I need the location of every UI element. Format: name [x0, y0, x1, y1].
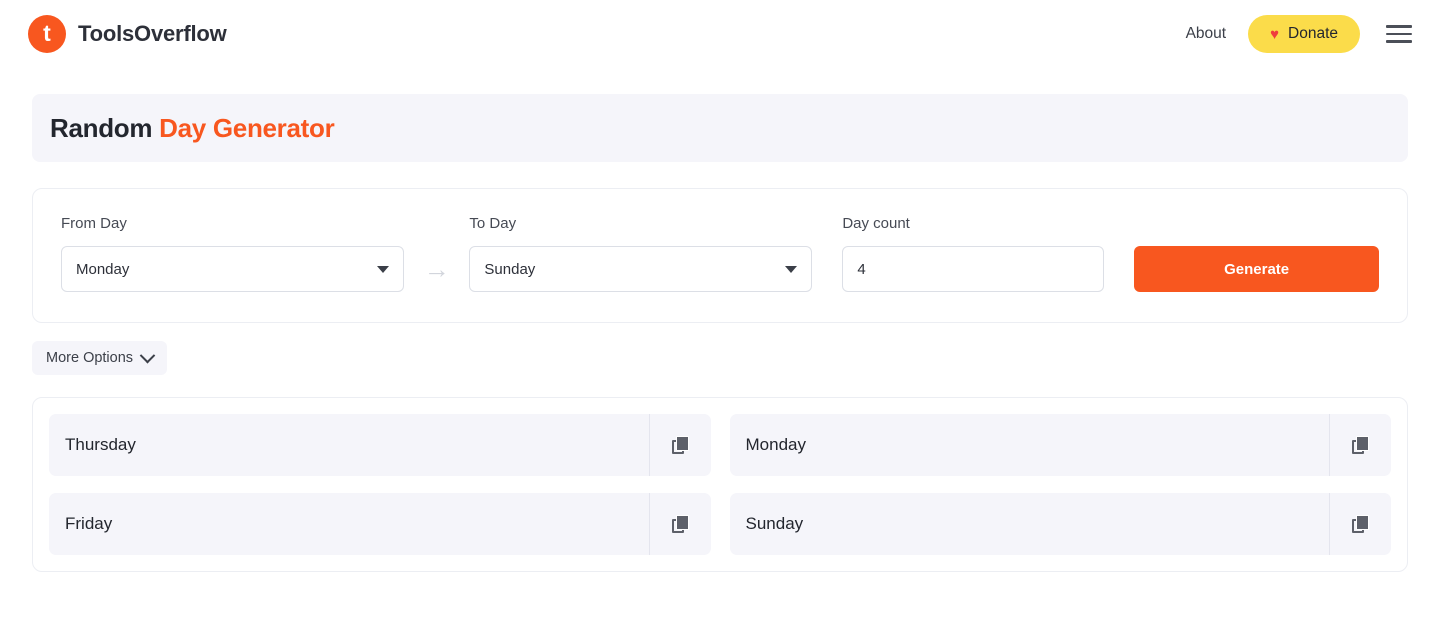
to-day-label: To Day	[469, 215, 517, 232]
more-options-toggle[interactable]: More Options	[32, 341, 168, 375]
header-actions: About ♥ Donate	[1186, 15, 1412, 53]
generate-button[interactable]: Generate	[1134, 246, 1380, 292]
page-title-banner: Random Day Generator	[32, 94, 1408, 162]
hamburger-menu-icon[interactable]	[1386, 25, 1412, 43]
result-item: Thursday	[49, 414, 711, 476]
to-day-select[interactable]: Sunday	[469, 246, 813, 292]
nav-link-about[interactable]: About	[1186, 25, 1227, 43]
copy-button[interactable]	[1329, 414, 1391, 476]
result-day-label: Friday	[65, 514, 113, 533]
from-day-field: From Day Monday	[61, 215, 404, 292]
copy-icon	[1352, 436, 1369, 454]
copy-button[interactable]	[1329, 493, 1391, 555]
copy-button[interactable]	[648, 493, 711, 555]
donate-button[interactable]: ♥ Donate	[1248, 15, 1360, 53]
site-header: t ToolsOverflow About ♥ Donate	[0, 0, 1440, 68]
day-count-field: Day count	[842, 215, 1105, 292]
brand-logo[interactable]: t ToolsOverflow	[28, 15, 227, 53]
result-day-label: Thursday	[65, 435, 136, 454]
brand-name: ToolsOverflow	[78, 21, 227, 46]
direction-arrow-icon: →	[423, 254, 450, 284]
copy-icon	[1352, 515, 1369, 533]
page-title: Random Day Generator	[50, 112, 335, 144]
from-day-label: From Day	[61, 215, 127, 232]
page-content: Random Day Generator From Day Monday → T…	[0, 94, 1440, 572]
page-title-accent: Day Generator	[159, 112, 335, 143]
more-options-label: More Options	[46, 350, 134, 366]
copy-icon	[671, 436, 689, 454]
results-panel: Thursday Monday Friday Sunday	[32, 397, 1408, 572]
result-item: Sunday	[729, 493, 1391, 555]
copy-button[interactable]	[648, 414, 711, 476]
page-title-plain: Random	[50, 112, 153, 143]
day-count-label: Day count	[842, 215, 910, 232]
result-day-label: Sunday	[745, 514, 804, 533]
result-item: Monday	[729, 414, 1391, 476]
to-day-value: Sunday	[484, 260, 536, 278]
from-day-select[interactable]: Monday	[61, 246, 404, 292]
caret-down-icon	[377, 265, 389, 273]
brand-mark-icon: t	[28, 15, 66, 53]
to-day-field: To Day Sunday	[469, 215, 813, 292]
heart-icon: ♥	[1270, 25, 1280, 43]
generator-form: From Day Monday → To Day Sunday Day coun…	[32, 188, 1408, 323]
chevron-down-icon	[139, 347, 156, 363]
day-count-input[interactable]	[842, 246, 1105, 292]
result-item: Friday	[49, 493, 711, 555]
donate-label: Donate	[1288, 25, 1338, 42]
copy-icon	[671, 515, 689, 533]
from-day-value: Monday	[76, 260, 130, 278]
result-day-label: Monday	[745, 435, 806, 454]
caret-down-icon	[785, 265, 798, 273]
